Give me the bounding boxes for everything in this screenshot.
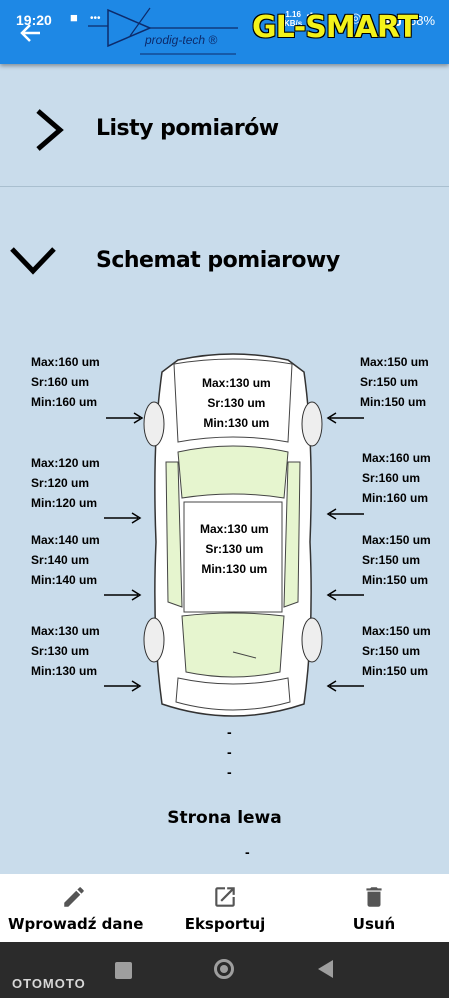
dots-separator: - [245, 844, 250, 860]
trash-icon [366, 887, 382, 907]
min-value: Min:120 um [31, 496, 98, 510]
max-value: Max:160 um [31, 355, 100, 369]
measurement-left-rear: Max:130 um Sr:130 um Min:130 um [31, 621, 100, 681]
section-listy-pomiarow[interactable]: Listy pomiarów [0, 64, 449, 186]
arrow-left-icon [326, 589, 364, 601]
app-bar: 19:20 ■ ••• 1.16 KB/s ✱ ◎ 68% prodig-tec… [0, 0, 449, 64]
avg-value: Sr:130 um [207, 396, 266, 410]
arrow-left-icon [326, 680, 364, 692]
chevron-down-icon [10, 247, 56, 275]
min-value: Min:150 um [360, 395, 427, 409]
recent-apps-icon[interactable] [115, 962, 132, 979]
enter-data-button[interactable]: Wprowadź dane [8, 874, 144, 942]
avg-value: Sr:150 um [360, 375, 419, 389]
home-icon[interactable] [214, 959, 234, 979]
max-value: Max:130 um [202, 376, 271, 390]
min-value: Min:130 um [203, 416, 270, 430]
avg-value: Sr:140 um [31, 553, 90, 567]
max-value: Max:160 um [362, 451, 431, 465]
min-value: Min:150 um [362, 573, 429, 587]
min-value: Min:130 um [201, 562, 268, 576]
min-value: Min:130 um [31, 664, 98, 678]
max-value: Max:130 um [200, 522, 269, 536]
min-value: Min:140 um [31, 573, 98, 587]
max-value: Max:130 um [31, 624, 100, 638]
measurement-roof: Max:130 um Sr:130 um Min:130 um [194, 516, 275, 582]
measurement-left-front: Max:160 um Sr:160 um Min:160 um [31, 352, 100, 412]
delete-button[interactable]: Usuń [344, 874, 404, 942]
export-button[interactable]: Eksportuj [184, 874, 266, 942]
action-label: Eksportuj [184, 915, 266, 933]
avg-value: Sr:150 um [362, 553, 421, 567]
min-value: Min:160 um [31, 395, 98, 409]
watermark: OTOMOTO [12, 976, 86, 991]
avg-value: Sr:130 um [205, 542, 264, 556]
prodig-tech-logo [88, 7, 238, 55]
arrow-right-icon [104, 589, 142, 601]
export-icon [215, 887, 235, 907]
back-button[interactable] [18, 20, 48, 50]
action-label: Wprowadź dane [8, 915, 144, 933]
avg-value: Sr:120 um [31, 476, 90, 490]
min-value: Min:160 um [362, 491, 429, 505]
max-value: Max:140 um [31, 533, 100, 547]
arrow-left-icon [326, 508, 364, 520]
measurement-left-door1: Max:120 um Sr:120 um Min:120 um [31, 453, 100, 513]
max-value: Max:150 um [360, 355, 429, 369]
back-triangle-icon[interactable] [318, 960, 333, 978]
measurement-right-rear: Max:150 um Sr:150 um Min:150 um [362, 621, 431, 681]
avg-value: Sr:160 um [362, 471, 421, 485]
avg-value: Sr:160 um [31, 375, 90, 389]
logo-text: prodig-tech ® [145, 33, 218, 47]
arrow-right-icon [104, 512, 142, 524]
arrow-left-icon [326, 412, 364, 424]
measurement-right-front: Max:150 um Sr:150 um Min:150 um [360, 352, 429, 412]
pencil-icon [64, 887, 84, 907]
section-schemat-pomiarowy[interactable]: Schemat pomiarowy [0, 187, 449, 327]
arrow-left-icon [20, 24, 40, 42]
dots-separator: --- [227, 724, 232, 780]
measurement-right-door1: Max:160 um Sr:160 um Min:160 um [362, 448, 431, 508]
section-title: Listy pomiarów [96, 116, 279, 141]
avg-value: Sr:130 um [31, 644, 90, 658]
max-value: Max:150 um [362, 624, 431, 638]
min-value: Min:150 um [362, 664, 429, 678]
action-bar: Wprowadź dane Eksportuj Usuń [0, 874, 449, 942]
measurement-left-door2: Max:140 um Sr:140 um Min:140 um [31, 530, 100, 590]
max-value: Max:120 um [31, 456, 100, 470]
brand-logo: GL-SMART [252, 10, 418, 45]
max-value: Max:150 um [362, 533, 431, 547]
avg-value: Sr:150 um [362, 644, 421, 658]
arrow-right-icon [104, 680, 142, 692]
chevron-right-icon [36, 109, 64, 151]
side-label: Strona lewa [167, 808, 282, 828]
arrow-right-icon [106, 412, 144, 424]
chat-notification-icon: ■ [70, 10, 78, 25]
measurement-hood: Max:130 um Sr:130 um Min:130 um [196, 370, 277, 436]
action-label: Usuń [352, 915, 396, 933]
section-title: Schemat pomiarowy [96, 248, 340, 273]
measurement-right-door2: Max:150 um Sr:150 um Min:150 um [362, 530, 431, 590]
